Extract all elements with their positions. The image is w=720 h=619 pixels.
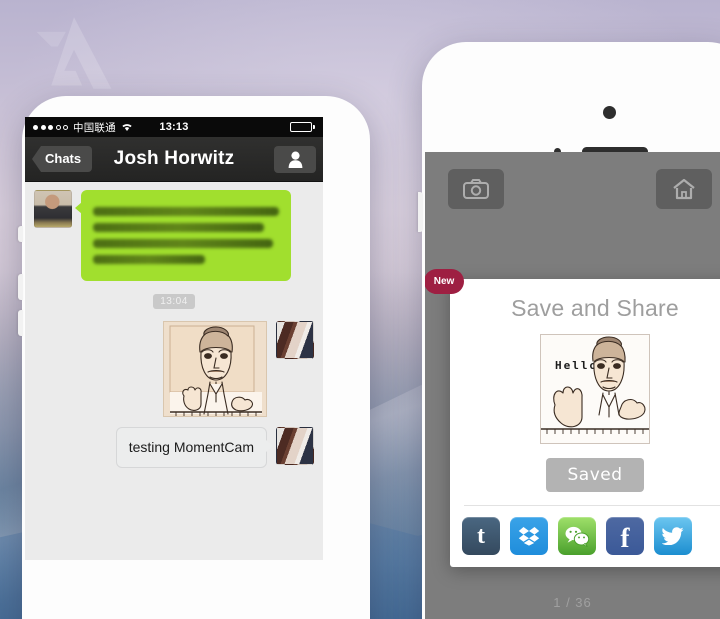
- volume-down-button[interactable]: [18, 310, 23, 336]
- person-icon: [288, 151, 302, 168]
- timestamp-label: 13:04: [153, 294, 195, 309]
- navigation-bar: Chats Josh Horwitz: [25, 137, 323, 182]
- share-facebook-button[interactable]: f: [606, 517, 644, 555]
- volume-up-button[interactable]: [18, 274, 23, 300]
- tumblr-icon: t: [477, 522, 485, 549]
- caricature-illustration: [169, 325, 262, 416]
- message-timestamp: 13:04: [25, 291, 323, 309]
- caricature-hello-illustration: Hello: [541, 335, 649, 443]
- svg-text:Hello: Hello: [555, 359, 598, 372]
- page-counter: 1 / 36: [553, 595, 592, 610]
- user-avatar[interactable]: [276, 321, 314, 359]
- share-wechat-button[interactable]: [558, 517, 596, 555]
- contact-avatar[interactable]: [34, 190, 72, 228]
- camera-icon: [463, 179, 489, 199]
- share-target-list: t f: [450, 506, 720, 567]
- sticker-preview[interactable]: Hello: [540, 334, 650, 444]
- wechat-icon: [565, 526, 590, 547]
- share-twitter-button[interactable]: [654, 517, 692, 555]
- status-bar: 中国联通 13:13: [25, 117, 323, 137]
- chat-message-list[interactable]: 13:04 testing MomentCam: [25, 182, 323, 560]
- redacted-line: [93, 207, 279, 216]
- screenshot-stage: 中国联通 13:13 Chats Josh Horwitz 13:04 test…: [0, 0, 720, 619]
- momentcam-sticker[interactable]: [163, 321, 267, 417]
- share-tumblr-button[interactable]: t: [462, 517, 500, 555]
- camera-button[interactable]: [448, 169, 504, 209]
- message-row-outgoing: testing MomentCam: [25, 427, 323, 468]
- mute-switch[interactable]: [18, 226, 23, 242]
- redacted-line: [93, 255, 205, 264]
- new-badge: New: [425, 269, 464, 294]
- redacted-line: [93, 239, 274, 248]
- chat-bubble-redacted[interactable]: [75, 190, 291, 281]
- facebook-icon: f: [620, 522, 630, 553]
- home-button[interactable]: [656, 169, 712, 209]
- dialog-title: Save and Share: [511, 295, 679, 321]
- contact-profile-button[interactable]: [274, 145, 316, 173]
- power-button[interactable]: [418, 192, 423, 232]
- chat-bubble-text[interactable]: testing MomentCam: [115, 427, 274, 468]
- user-avatar[interactable]: [276, 427, 314, 465]
- message-row-incoming: [25, 190, 323, 281]
- save-and-share-dialog: New Save and Share Hello Saved t f: [425, 269, 720, 567]
- message-row-sticker: [25, 321, 323, 417]
- twitter-icon: [662, 527, 684, 545]
- clock-label: 13:13: [159, 121, 189, 133]
- share-dropbox-button[interactable]: [510, 517, 548, 555]
- left-phone-screen: 中国联通 13:13 Chats Josh Horwitz 13:04 test…: [25, 117, 323, 560]
- redacted-line: [93, 223, 265, 232]
- home-icon: [673, 178, 695, 200]
- front-camera-icon: [603, 106, 616, 119]
- momentcam-toolbar: [425, 152, 720, 228]
- right-phone-screen: New Save and Share Hello Saved t f 1 / 3…: [425, 152, 720, 619]
- dropbox-icon: [518, 527, 540, 546]
- saved-button[interactable]: Saved: [546, 458, 644, 492]
